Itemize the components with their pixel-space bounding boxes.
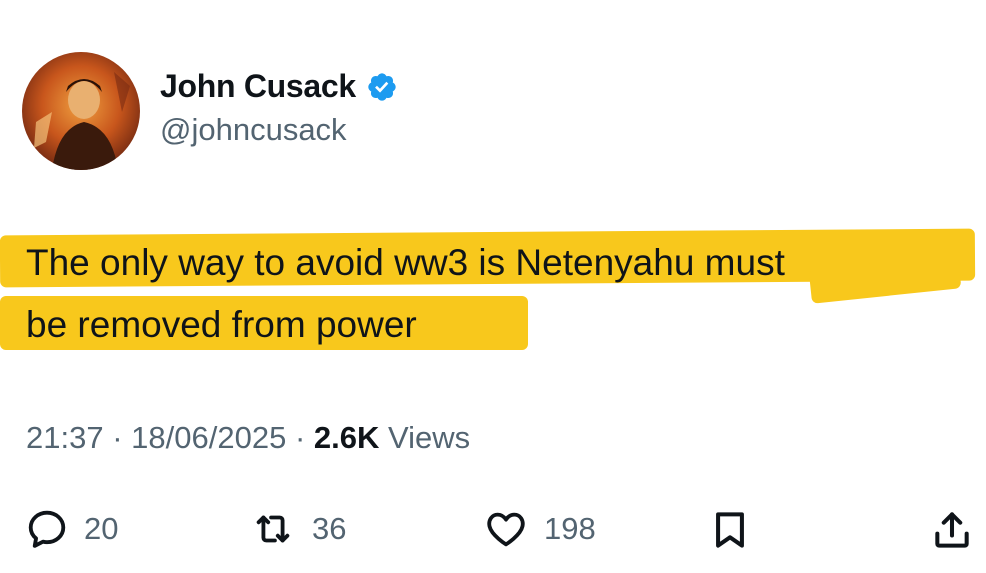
like-icon: [487, 512, 525, 547]
views-label: Views: [388, 420, 471, 455]
tweet-time[interactable]: 21:37: [26, 420, 104, 455]
share-button[interactable]: [930, 506, 974, 554]
like-count: 198: [544, 511, 596, 546]
author-name[interactable]: John Cusack: [160, 68, 356, 105]
verified-badge-icon: [366, 71, 398, 103]
meta-separator: ·: [294, 420, 306, 455]
bookmark-button[interactable]: [708, 506, 752, 554]
repost-count: 36: [312, 511, 347, 546]
author-name-row[interactable]: John Cusack: [160, 68, 398, 105]
tweet-text-line-2: be removed from power: [26, 304, 417, 345]
reply-button[interactable]: 20: [24, 506, 118, 552]
repost-icon: [256, 515, 290, 543]
tweet-meta: 21:37 · 18/06/2025 · 2.6K Views: [26, 420, 470, 456]
like-button[interactable]: 198: [482, 506, 596, 552]
reply-icon: [28, 510, 66, 548]
views-count: 2.6K: [313, 420, 380, 455]
tweet-date[interactable]: 18/06/2025: [131, 420, 286, 455]
bookmark-icon: [716, 512, 744, 548]
avatar[interactable]: [22, 52, 140, 170]
tweet-text-line-1: The only way to avoid ww3 is Netenyahu m…: [26, 242, 785, 283]
reply-count: 20: [84, 511, 119, 546]
author-handle[interactable]: @johncusack: [160, 112, 347, 148]
share-icon: [935, 512, 969, 548]
repost-button[interactable]: 36: [248, 506, 346, 552]
meta-separator: ·: [112, 420, 123, 455]
